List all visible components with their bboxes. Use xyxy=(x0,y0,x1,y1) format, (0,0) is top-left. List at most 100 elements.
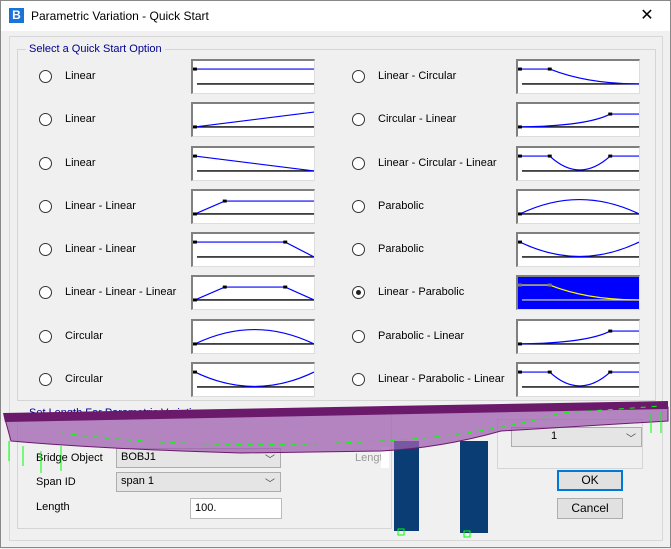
quick-start-option[interactable]: Linear - Parabolic - Linear xyxy=(352,362,642,398)
profile-preview[interactable] xyxy=(516,146,640,181)
quick-start-group-label: Select a Quick Start Option xyxy=(26,43,165,55)
quick-start-option[interactable]: Linear - Circular xyxy=(352,59,642,95)
profile-flat-sag-flat-icon xyxy=(518,370,639,388)
profile-preview[interactable] xyxy=(191,59,315,94)
radio-button[interactable] xyxy=(39,330,52,343)
quick-start-option[interactable]: Linear - Linear xyxy=(39,189,329,225)
length-input[interactable]: 100. xyxy=(190,498,282,519)
radio-button[interactable] xyxy=(352,70,365,83)
right-select[interactable]: 1 ﹀ xyxy=(511,427,642,447)
profile-preview[interactable] xyxy=(516,275,640,310)
radio-button[interactable] xyxy=(352,113,365,126)
option-label: Linear xyxy=(65,113,96,125)
radio-button[interactable] xyxy=(352,330,365,343)
radio-button[interactable] xyxy=(352,200,365,213)
profile-flat-curve-down-icon xyxy=(518,67,640,85)
profile-point xyxy=(518,240,522,244)
quick-start-option[interactable]: Parabolic - Linear xyxy=(352,319,642,355)
length-label: Length xyxy=(36,501,70,513)
radio-button[interactable] xyxy=(352,157,365,170)
radio-button[interactable] xyxy=(352,286,365,299)
profile-preview[interactable] xyxy=(516,319,640,354)
profile-rise-flat-icon xyxy=(193,199,314,216)
profile-preview[interactable] xyxy=(516,232,640,267)
quick-start-option[interactable]: Linear - Parabolic xyxy=(352,275,642,311)
profile-curve-up-flat-icon xyxy=(518,329,639,346)
radio-button[interactable] xyxy=(39,286,52,299)
profile-flat-sag-flat-icon xyxy=(518,154,639,172)
option-label: Linear - Parabolic - Linear xyxy=(378,373,505,385)
quick-start-option[interactable]: Linear xyxy=(39,59,329,95)
profile-line xyxy=(519,371,639,387)
profile-point xyxy=(193,298,197,302)
profile-preview[interactable] xyxy=(191,362,315,397)
profile-point xyxy=(222,285,227,289)
profile-arc-down-icon xyxy=(518,240,640,258)
profile-line xyxy=(519,284,640,301)
quick-start-option[interactable]: Parabolic xyxy=(352,232,642,268)
profile-flat-curve-down-icon xyxy=(518,283,640,301)
profile-point xyxy=(283,285,288,289)
radio-button[interactable] xyxy=(352,243,365,256)
quick-start-option[interactable]: Circular xyxy=(39,319,329,355)
profile-point xyxy=(518,342,522,346)
span-id-select[interactable]: span 1 ﹀ xyxy=(116,472,281,492)
profile-point xyxy=(547,370,552,374)
profile-line xyxy=(194,111,315,128)
span-id-label: Span ID xyxy=(36,476,76,488)
radio-button[interactable] xyxy=(39,70,52,83)
quick-start-option[interactable]: Parabolic xyxy=(352,189,642,225)
radio-button[interactable] xyxy=(39,157,52,170)
profile-preview[interactable] xyxy=(191,232,315,267)
profile-line xyxy=(519,198,640,215)
profile-point xyxy=(193,125,197,129)
profile-point xyxy=(518,154,522,158)
quick-start-option[interactable]: Circular - Linear xyxy=(352,102,642,138)
profile-line xyxy=(519,113,639,128)
profile-line xyxy=(519,241,640,258)
profile-line xyxy=(194,241,315,258)
profile-preview[interactable] xyxy=(191,102,315,137)
quick-start-option[interactable]: Linear xyxy=(39,146,329,182)
profile-line xyxy=(519,155,639,171)
profile-point xyxy=(193,370,197,374)
profile-fall-icon xyxy=(193,154,315,172)
profile-preview[interactable] xyxy=(516,362,640,397)
profile-preview[interactable] xyxy=(191,275,315,310)
option-label: Linear - Linear xyxy=(65,200,136,212)
option-label: Linear - Circular - Linear xyxy=(378,157,497,169)
profile-point xyxy=(518,283,522,287)
quick-start-option[interactable]: Circular xyxy=(39,362,329,398)
quick-start-option[interactable]: Linear - Linear xyxy=(39,232,329,268)
profile-point xyxy=(547,67,552,71)
close-button[interactable]: ✕ xyxy=(624,1,670,31)
profile-point xyxy=(222,199,227,203)
profile-line xyxy=(194,328,315,345)
profile-preview[interactable] xyxy=(191,189,315,224)
profile-point xyxy=(518,67,522,71)
title-bar: B Parametric Variation - Quick Start ✕ xyxy=(1,1,670,31)
right-select-value: 1 xyxy=(551,430,558,442)
profile-preview[interactable] xyxy=(191,319,315,354)
quick-start-option[interactable]: Linear - Linear - Linear xyxy=(39,275,329,311)
bridge-object-select[interactable]: BOBJ1 ﹀ xyxy=(116,448,281,468)
profile-preview[interactable] xyxy=(516,189,640,224)
radio-button[interactable] xyxy=(39,373,52,386)
cancel-button[interactable]: Cancel xyxy=(557,498,623,519)
chevron-down-icon: ﹀ xyxy=(265,479,275,490)
profile-preview[interactable] xyxy=(516,102,640,137)
app-icon: B xyxy=(9,8,24,23)
profile-point xyxy=(193,67,197,71)
radio-button[interactable] xyxy=(39,243,52,256)
radio-button[interactable] xyxy=(352,373,365,386)
profile-preview[interactable] xyxy=(191,146,315,181)
profile-point xyxy=(608,370,613,374)
quick-start-option[interactable]: Linear - Circular - Linear xyxy=(352,146,642,182)
profile-preview[interactable] xyxy=(516,59,640,94)
profile-line xyxy=(519,330,639,345)
quick-start-option[interactable]: Linear xyxy=(39,102,329,138)
radio-button[interactable] xyxy=(39,200,52,213)
radio-button[interactable] xyxy=(39,113,52,126)
ok-button[interactable]: OK xyxy=(557,470,623,491)
profile-point xyxy=(518,370,522,374)
